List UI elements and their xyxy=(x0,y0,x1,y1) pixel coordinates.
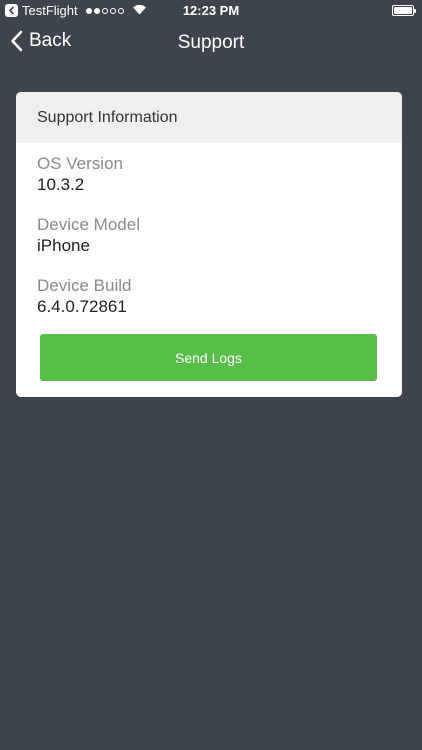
info-value: 10.3.2 xyxy=(37,175,85,194)
info-value: iPhone xyxy=(37,236,90,255)
info-list: OS Version 10.3.2 Device Model iPhone De… xyxy=(16,143,402,336)
status-time: 12:23 PM xyxy=(182,3,240,18)
send-logs-button[interactable]: Send Logs xyxy=(40,334,377,381)
info-row-device-model: Device Model iPhone xyxy=(37,214,402,275)
info-row-os-version: OS Version 10.3.2 xyxy=(37,153,402,214)
info-label: Device Build xyxy=(37,276,132,295)
info-row-device-build: Device Build 6.4.0.72861 xyxy=(37,275,402,336)
info-label: OS Version xyxy=(37,154,123,173)
status-bar: TestFlight 12:23 PM xyxy=(0,0,422,22)
info-label: Device Model xyxy=(37,215,140,234)
card-header: Support Information xyxy=(16,92,402,143)
info-value: 6.4.0.72861 xyxy=(37,297,127,316)
battery-level xyxy=(394,7,412,14)
navigation-bar: Back Support xyxy=(0,22,422,66)
page-title: Support xyxy=(177,32,245,53)
battery-icon xyxy=(392,5,416,16)
support-info-card: Support Information OS Version 10.3.2 De… xyxy=(16,92,402,397)
